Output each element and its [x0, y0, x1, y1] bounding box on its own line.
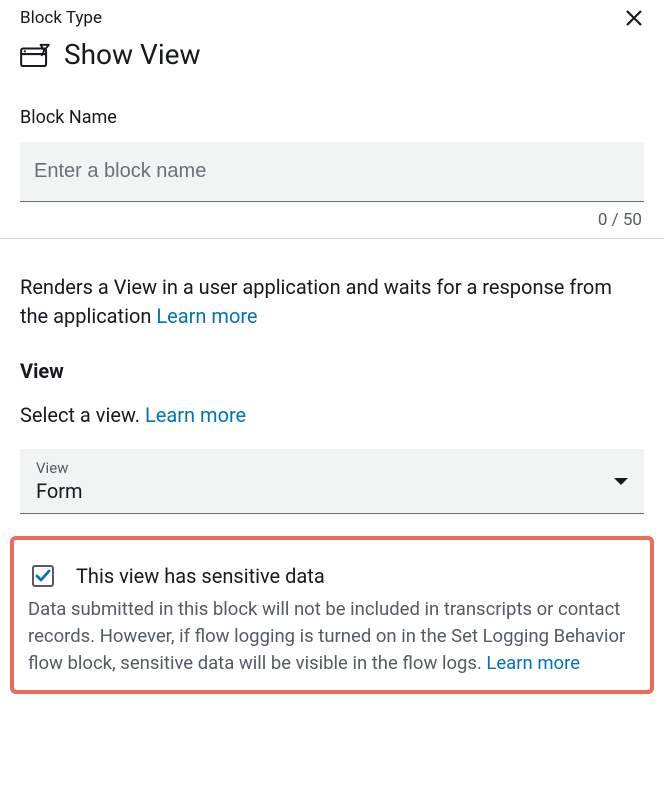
view-select-value: Form	[36, 479, 83, 503]
sensitive-data-checkbox[interactable]	[32, 565, 54, 587]
description-text: Renders a View in a user application and…	[20, 273, 644, 331]
view-select-inner: View Form	[36, 459, 83, 503]
view-heading: View	[20, 359, 644, 383]
show-view-icon	[20, 43, 50, 67]
select-view-text: Select a view. Learn more	[20, 403, 644, 427]
sensitive-description: Data submitted in this block will not be…	[28, 596, 636, 676]
select-view-body: Select a view.	[20, 403, 145, 427]
header-row: Block Type	[20, 8, 644, 28]
select-view-learn-more-link[interactable]: Learn more	[145, 403, 246, 427]
content-section: Renders a View in a user application and…	[0, 239, 664, 514]
chevron-down-icon	[614, 478, 628, 485]
sensitive-learn-more-link[interactable]: Learn more	[486, 652, 580, 674]
close-button[interactable]	[624, 8, 644, 28]
sensitive-data-section: This view has sensitive data Data submit…	[10, 536, 654, 694]
title-row: Show View	[20, 38, 644, 71]
char-count: 0 / 50	[20, 210, 644, 230]
block-name-input[interactable]	[20, 142, 644, 202]
block-type-label: Block Type	[20, 8, 102, 28]
description-body: Renders a View in a user application and…	[20, 275, 612, 328]
header-section: Block Type Show View	[0, 0, 664, 87]
description-learn-more-link[interactable]: Learn more	[156, 304, 257, 328]
checkmark-icon	[35, 568, 51, 584]
block-config-panel: Block Type Show View Block Name 0 / 50	[0, 0, 664, 694]
close-icon	[624, 8, 644, 28]
view-select-label: View	[36, 459, 83, 477]
block-title: Show View	[64, 38, 201, 71]
block-name-label: Block Name	[20, 107, 644, 128]
block-name-section: Block Name 0 / 50	[0, 87, 664, 238]
view-select-dropdown[interactable]: View Form	[20, 449, 644, 514]
sensitive-checkbox-label: This view has sensitive data	[76, 564, 325, 588]
sensitive-check-row: This view has sensitive data	[28, 564, 636, 588]
